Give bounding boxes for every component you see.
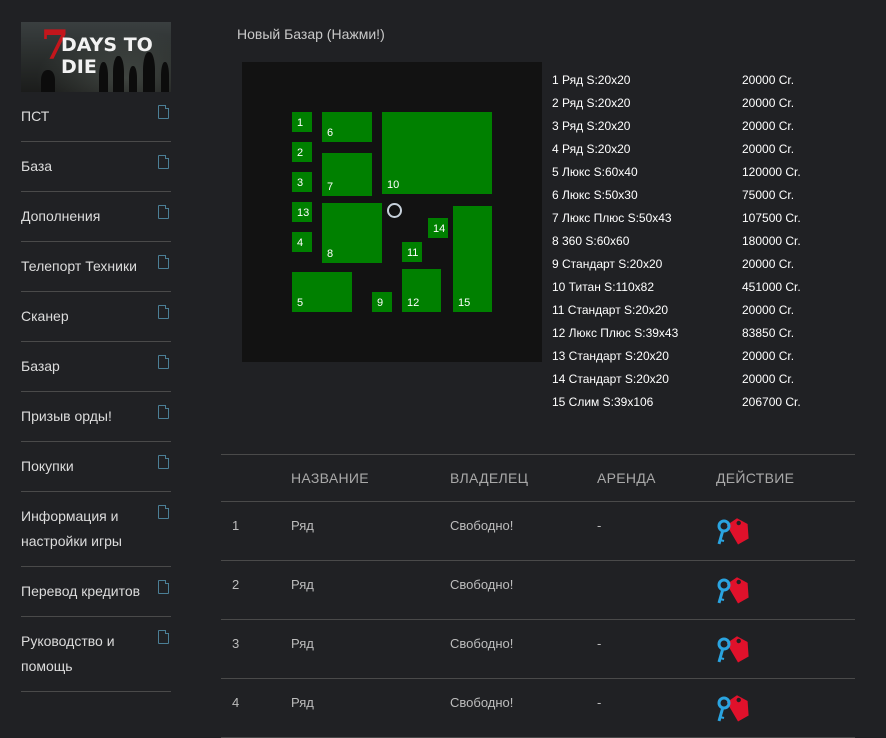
map-lot-5[interactable]: 5 [292, 272, 352, 312]
sidebar-item-label: ПСТ [21, 108, 50, 124]
map-lot-7[interactable]: 7 [322, 153, 372, 196]
row-name: Ряд [291, 577, 314, 592]
price-row: 2 Ряд S:20x20 20000 Cr. [552, 96, 795, 110]
sidebar-item-label: Телепорт Техники [21, 258, 137, 274]
sidebar: 7 DAYS TO DIE ПСТ База Дополнения Телепо… [21, 22, 171, 692]
row-name: Ряд [291, 518, 314, 533]
row-rent: - [597, 695, 602, 710]
document-icon [158, 305, 169, 319]
document-icon [158, 155, 169, 169]
table-row: 3 Ряд Свободно! - [221, 620, 855, 679]
table-header: НАЗВАНИЕ ВЛАДЕЛЕЦ АРЕНДА ДЕЙСТВИЕ [221, 454, 855, 502]
sidebar-item-bazaar[interactable]: Базар [21, 342, 171, 392]
header-rent[interactable]: АРЕНДА [597, 470, 656, 486]
price-row: 1 Ряд S:20x20 20000 Cr. [552, 73, 795, 87]
lots-table: НАЗВАНИЕ ВЛАДЕЛЕЦ АРЕНДА ДЕЙСТВИЕ 1 Ряд … [221, 454, 855, 738]
document-icon [158, 105, 169, 119]
price-row: 9 Стандарт S:20x20 20000 Cr. [552, 257, 795, 271]
document-icon [158, 355, 169, 369]
sidebar-item-label: Сканер [21, 308, 69, 324]
key-tag-icon[interactable] [715, 514, 751, 546]
row-owner: Свободно! [450, 695, 514, 710]
map-lot-8[interactable]: 8 [322, 203, 382, 263]
sidebar-item-addons[interactable]: Дополнения [21, 192, 171, 242]
sidebar-item-scanner[interactable]: Сканер [21, 292, 171, 342]
sidebar-item-label: Перевод кредитов [21, 583, 141, 599]
sidebar-item-purchases[interactable]: Покупки [21, 442, 171, 492]
header-action: ДЕЙСТВИЕ [716, 470, 795, 486]
row-owner: Свободно! [450, 636, 514, 651]
price-row: 6 Люкс S:50x30 75000 Cr. [552, 188, 795, 202]
row-owner: Свободно! [450, 577, 514, 592]
row-number: 1 [232, 518, 240, 533]
price-list: 1 Ряд S:20x20 20000 Cr. 2 Ряд S:20x20 2000… [552, 69, 852, 414]
document-icon [158, 505, 169, 519]
document-icon [158, 255, 169, 269]
sidebar-item-label: Информация и настройки игры [21, 508, 122, 549]
price-row: 11 Стандарт S:20x20 20000 Cr. [552, 303, 795, 317]
row-number: 2 [232, 577, 240, 592]
price-row: 10 Титан S:110x82 451000 Cr. [552, 280, 801, 294]
row-name: Ряд [291, 695, 314, 710]
sidebar-item-summon-horde[interactable]: Призыв орды! [21, 392, 171, 442]
map-lot-4[interactable]: 4 [292, 232, 312, 252]
map-marker-circle [387, 203, 402, 218]
key-tag-icon[interactable] [715, 632, 751, 664]
key-tag-icon[interactable] [715, 691, 751, 723]
document-icon [158, 455, 169, 469]
game-logo: 7 DAYS TO DIE [21, 22, 171, 92]
map-lot-10[interactable]: 10 [382, 112, 492, 194]
map-lot-13[interactable]: 13 [292, 202, 312, 222]
table-row: 4 Ряд Свободно! - [221, 679, 855, 738]
row-number: 3 [232, 636, 240, 651]
sidebar-item-label: Базар [21, 358, 60, 374]
row-rent: - [597, 518, 602, 533]
sidebar-item-pst[interactable]: ПСТ [21, 92, 171, 142]
document-icon [158, 405, 169, 419]
price-row: 8 360 S:60x60 180000 Cr. [552, 234, 801, 248]
price-row: 4 Ряд S:20x20 20000 Cr. [552, 142, 795, 156]
bazaar-map: 1 2 3 4 5 6 7 8 9 10 11 12 13 14 15 [242, 62, 542, 362]
row-name: Ряд [291, 636, 314, 651]
sidebar-item-vehicle-teleport[interactable]: Телепорт Техники [21, 242, 171, 292]
map-lot-1[interactable]: 1 [292, 112, 312, 132]
header-name[interactable]: НАЗВАНИЕ [291, 470, 369, 486]
document-icon [158, 205, 169, 219]
price-row: 7 Люкс Плюс S:50x43 107500 Cr. [552, 211, 801, 225]
sidebar-item-label: Руководство и помощь [21, 633, 115, 674]
map-lot-6[interactable]: 6 [322, 112, 372, 142]
sidebar-item-game-info[interactable]: Информация и настройки игры [21, 492, 171, 567]
map-lot-9[interactable]: 9 [372, 292, 392, 312]
map-lot-2[interactable]: 2 [292, 142, 312, 162]
map-lot-15[interactable]: 15 [453, 206, 492, 312]
map-lot-11[interactable]: 11 [402, 242, 422, 262]
document-icon [158, 580, 169, 594]
price-row: 15 Слим S:39x106 206700 Cr. [552, 395, 801, 409]
sidebar-item-base[interactable]: База [21, 142, 171, 192]
price-row: 5 Люкс S:60x40 120000 Cr. [552, 165, 801, 179]
document-icon [158, 630, 169, 644]
map-lot-3[interactable]: 3 [292, 172, 312, 192]
sidebar-item-guide[interactable]: Руководство и помощь [21, 617, 171, 692]
price-row: 13 Стандарт S:20x20 20000 Cr. [552, 349, 795, 363]
price-row: 14 Стандарт S:20x20 20000 Cr. [552, 372, 795, 386]
header-owner[interactable]: ВЛАДЕЛЕЦ [450, 470, 528, 486]
sidebar-item-credit-transfer[interactable]: Перевод кредитов [21, 567, 171, 617]
sidebar-item-label: Дополнения [21, 208, 101, 224]
table-row: 1 Ряд Свободно! - [221, 502, 855, 561]
map-lot-14[interactable]: 14 [428, 218, 448, 238]
sidebar-item-label: Призыв орды! [21, 408, 112, 424]
key-tag-icon[interactable] [715, 573, 751, 605]
sidebar-item-label: Покупки [21, 458, 74, 474]
row-owner: Свободно! [450, 518, 514, 533]
row-rent: - [597, 636, 602, 651]
price-row: 3 Ряд S:20x20 20000 Cr. [552, 119, 795, 133]
row-number: 4 [232, 695, 240, 710]
page-title[interactable]: Новый Базар (Нажми!) [237, 26, 385, 42]
table-row: 2 Ряд Свободно! [221, 561, 855, 620]
price-row: 12 Люкс Плюс S:39x43 83850 Cr. [552, 326, 795, 340]
sidebar-item-label: База [21, 158, 53, 174]
map-lot-12[interactable]: 12 [402, 269, 441, 312]
